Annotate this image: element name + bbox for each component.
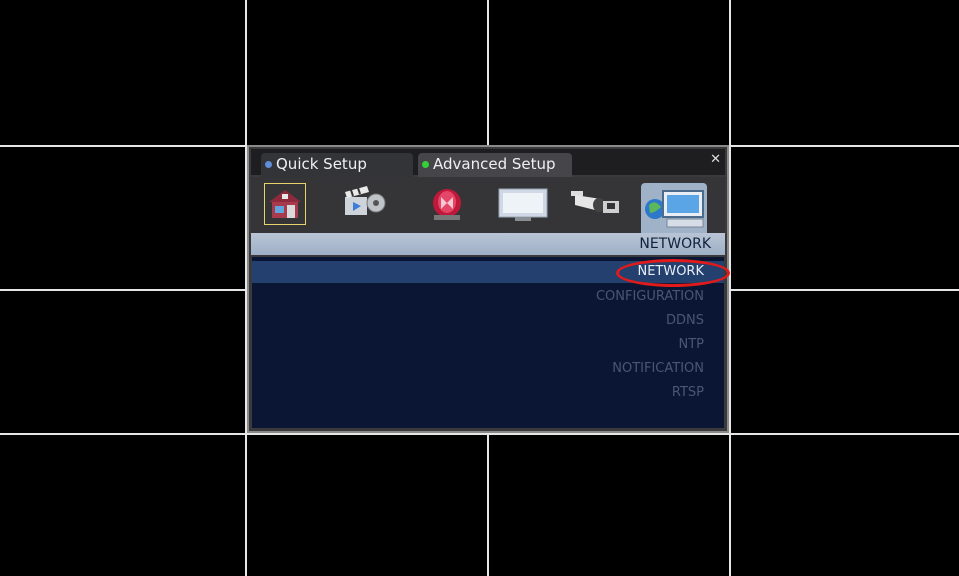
setup-dialog: Quick Setup Advanced Setup ✕ NETWORK NET… <box>247 145 730 433</box>
camera-icon[interactable] <box>569 183 619 225</box>
monitor-icon[interactable] <box>497 183 548 225</box>
home-icon[interactable] <box>264 183 306 225</box>
menu-item-rtsp[interactable]: RTSP <box>672 385 704 400</box>
grid-divider <box>729 0 731 576</box>
alarm-light-icon[interactable] <box>427 183 469 225</box>
clapperboard-icon[interactable] <box>343 183 386 225</box>
highlight-circle-annotation <box>616 259 730 287</box>
tab-advanced-setup[interactable]: Advanced Setup <box>418 153 572 177</box>
grid-divider <box>0 433 959 435</box>
menu-item-ntp[interactable]: NTP <box>678 337 704 352</box>
menu-item-configuration[interactable]: CONFIGURATION <box>596 289 704 304</box>
section-title: NETWORK <box>639 236 711 252</box>
close-icon[interactable]: ✕ <box>710 152 721 167</box>
category-toolbar <box>251 177 725 233</box>
menu-item-notification[interactable]: NOTIFICATION <box>612 361 704 376</box>
tab-advanced-setup-label: Advanced Setup <box>433 155 556 173</box>
section-header: NETWORK <box>251 233 725 255</box>
tab-quick-setup-label: Quick Setup <box>276 155 367 173</box>
tab-quick-setup[interactable]: Quick Setup <box>261 153 413 177</box>
status-dot-icon <box>265 161 272 168</box>
tab-bar: Quick Setup Advanced Setup ✕ <box>251 149 725 177</box>
menu-item-ddns[interactable]: DDNS <box>666 313 704 328</box>
status-dot-icon <box>422 161 429 168</box>
network-computer-icon[interactable] <box>641 183 707 233</box>
